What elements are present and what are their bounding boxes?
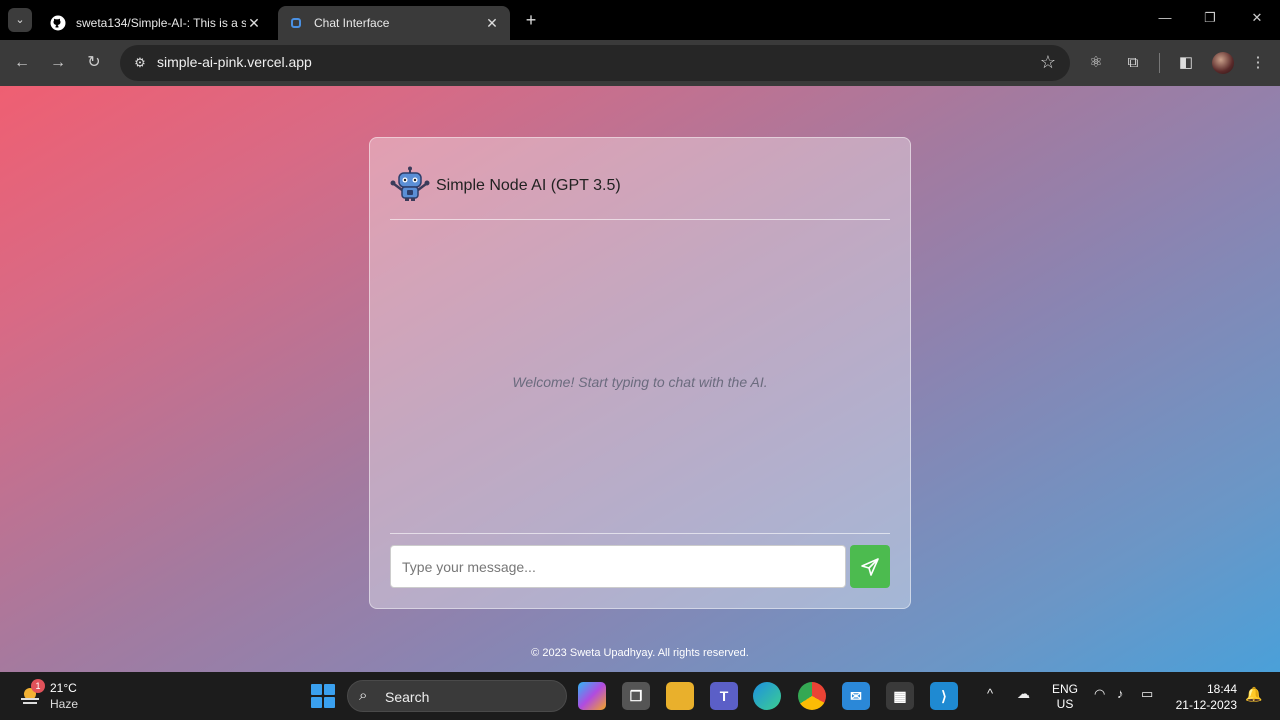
- weather-condition[interactable]: Haze: [50, 697, 78, 711]
- wifi-icon[interactable]: ◠: [1094, 686, 1105, 702]
- teams-icon[interactable]: T: [710, 682, 738, 710]
- page-icon: [288, 15, 304, 31]
- volume-icon[interactable]: ♪: [1117, 686, 1124, 701]
- profile-avatar[interactable]: [1212, 52, 1234, 74]
- copilot-icon[interactable]: [578, 682, 606, 710]
- microsoft-store-icon[interactable]: ▦: [886, 682, 914, 710]
- language-indicator[interactable]: ENG US: [1052, 682, 1078, 712]
- extensions-icon[interactable]: ⧉: [1122, 52, 1144, 74]
- message-input[interactable]: [390, 545, 846, 588]
- send-button[interactable]: [850, 545, 890, 588]
- page-background: Simple Node AI (GPT 3.5) Welcome! Start …: [0, 86, 1280, 672]
- clock-date: 21-12-2023: [1175, 698, 1237, 712]
- address-bar[interactable]: ⚙ simple-ai-pink.vercel.app ☆: [120, 45, 1070, 81]
- chrome-icon[interactable]: [798, 682, 826, 710]
- page-footer: © 2023 Sweta Upadhyay. All rights reserv…: [531, 647, 749, 659]
- close-window-icon[interactable]: ✕: [1247, 10, 1267, 26]
- browser-toolbar: ← → ↻ ⚙ simple-ai-pink.vercel.app ☆ ⚛ ⧉ …: [0, 40, 1280, 86]
- notification-bell-icon[interactable]: 🔔: [1245, 686, 1262, 703]
- onedrive-icon[interactable]: ☁: [1017, 686, 1030, 702]
- windows-taskbar: 1 21°C Haze ⌕ Search ❐ T ✉ ▦ ⟩ ^ ☁ ENG U…: [0, 672, 1280, 720]
- lang-line2: US: [1056, 697, 1074, 711]
- battery-icon[interactable]: ▭: [1141, 686, 1153, 702]
- clock-time: 18:44: [1206, 682, 1237, 696]
- react-devtools-icon[interactable]: ⚛: [1085, 52, 1107, 74]
- toolbar-separator: [1159, 53, 1160, 73]
- menu-kebab-icon[interactable]: ⋮: [1247, 52, 1269, 74]
- windows-start-icon[interactable]: [311, 684, 335, 708]
- input-divider: [390, 533, 890, 534]
- chat-header: Simple Node AI (GPT 3.5): [390, 166, 890, 220]
- mail-icon[interactable]: ✉: [842, 682, 870, 710]
- tab-title: Chat Interface: [314, 16, 390, 30]
- minimize-icon[interactable]: —: [1155, 10, 1175, 25]
- forward-icon[interactable]: →: [47, 52, 69, 74]
- github-icon: [50, 15, 66, 31]
- robot-icon: [390, 166, 430, 201]
- tab-close-icon[interactable]: ✕: [246, 15, 262, 32]
- tab-title: sweta134/Simple-AI-: This is a s: [76, 16, 246, 30]
- chat-card: Simple Node AI (GPT 3.5) Welcome! Start …: [369, 137, 911, 609]
- restore-icon[interactable]: ❐: [1200, 10, 1220, 26]
- site-info-icon[interactable]: ⚙: [130, 53, 150, 73]
- task-view-icon[interactable]: ❐: [622, 682, 650, 710]
- tab-close-icon[interactable]: ✕: [484, 15, 500, 32]
- file-explorer-icon[interactable]: [666, 682, 694, 710]
- weather-temp[interactable]: 21°C: [50, 681, 77, 695]
- edge-icon[interactable]: [753, 682, 781, 710]
- new-tab-icon[interactable]: +: [520, 8, 542, 32]
- back-icon[interactable]: ←: [11, 52, 33, 74]
- lang-line1: ENG: [1052, 682, 1079, 696]
- tab-search-dropdown-icon[interactable]: ⌄: [8, 8, 32, 32]
- side-panel-icon[interactable]: ◧: [1175, 52, 1197, 74]
- send-icon: [861, 557, 879, 576]
- welcome-message: Welcome! Start typing to chat with the A…: [512, 374, 768, 390]
- chat-title: Simple Node AI (GPT 3.5): [436, 177, 621, 194]
- show-hidden-icons-chevron-icon[interactable]: ^: [987, 686, 993, 701]
- search-label: Search: [385, 689, 430, 705]
- tab-chat-interface[interactable]: Chat Interface ✕: [278, 6, 510, 40]
- tab-github[interactable]: sweta134/Simple-AI-: This is a s ✕: [40, 6, 272, 40]
- reload-icon[interactable]: ↻: [83, 52, 105, 74]
- browser-tab-strip: ⌄ sweta134/Simple-AI-: This is a s ✕ Cha…: [0, 0, 1280, 40]
- search-icon: ⌕: [359, 687, 368, 704]
- taskbar-search[interactable]: ⌕ Search: [347, 680, 567, 712]
- vscode-icon[interactable]: ⟩: [930, 682, 958, 710]
- url-text[interactable]: simple-ai-pink.vercel.app: [157, 54, 312, 70]
- bookmark-star-icon[interactable]: ☆: [1040, 52, 1056, 73]
- weather-badge: 1: [31, 679, 45, 693]
- system-clock[interactable]: 18:44 21-12-2023: [1172, 681, 1237, 713]
